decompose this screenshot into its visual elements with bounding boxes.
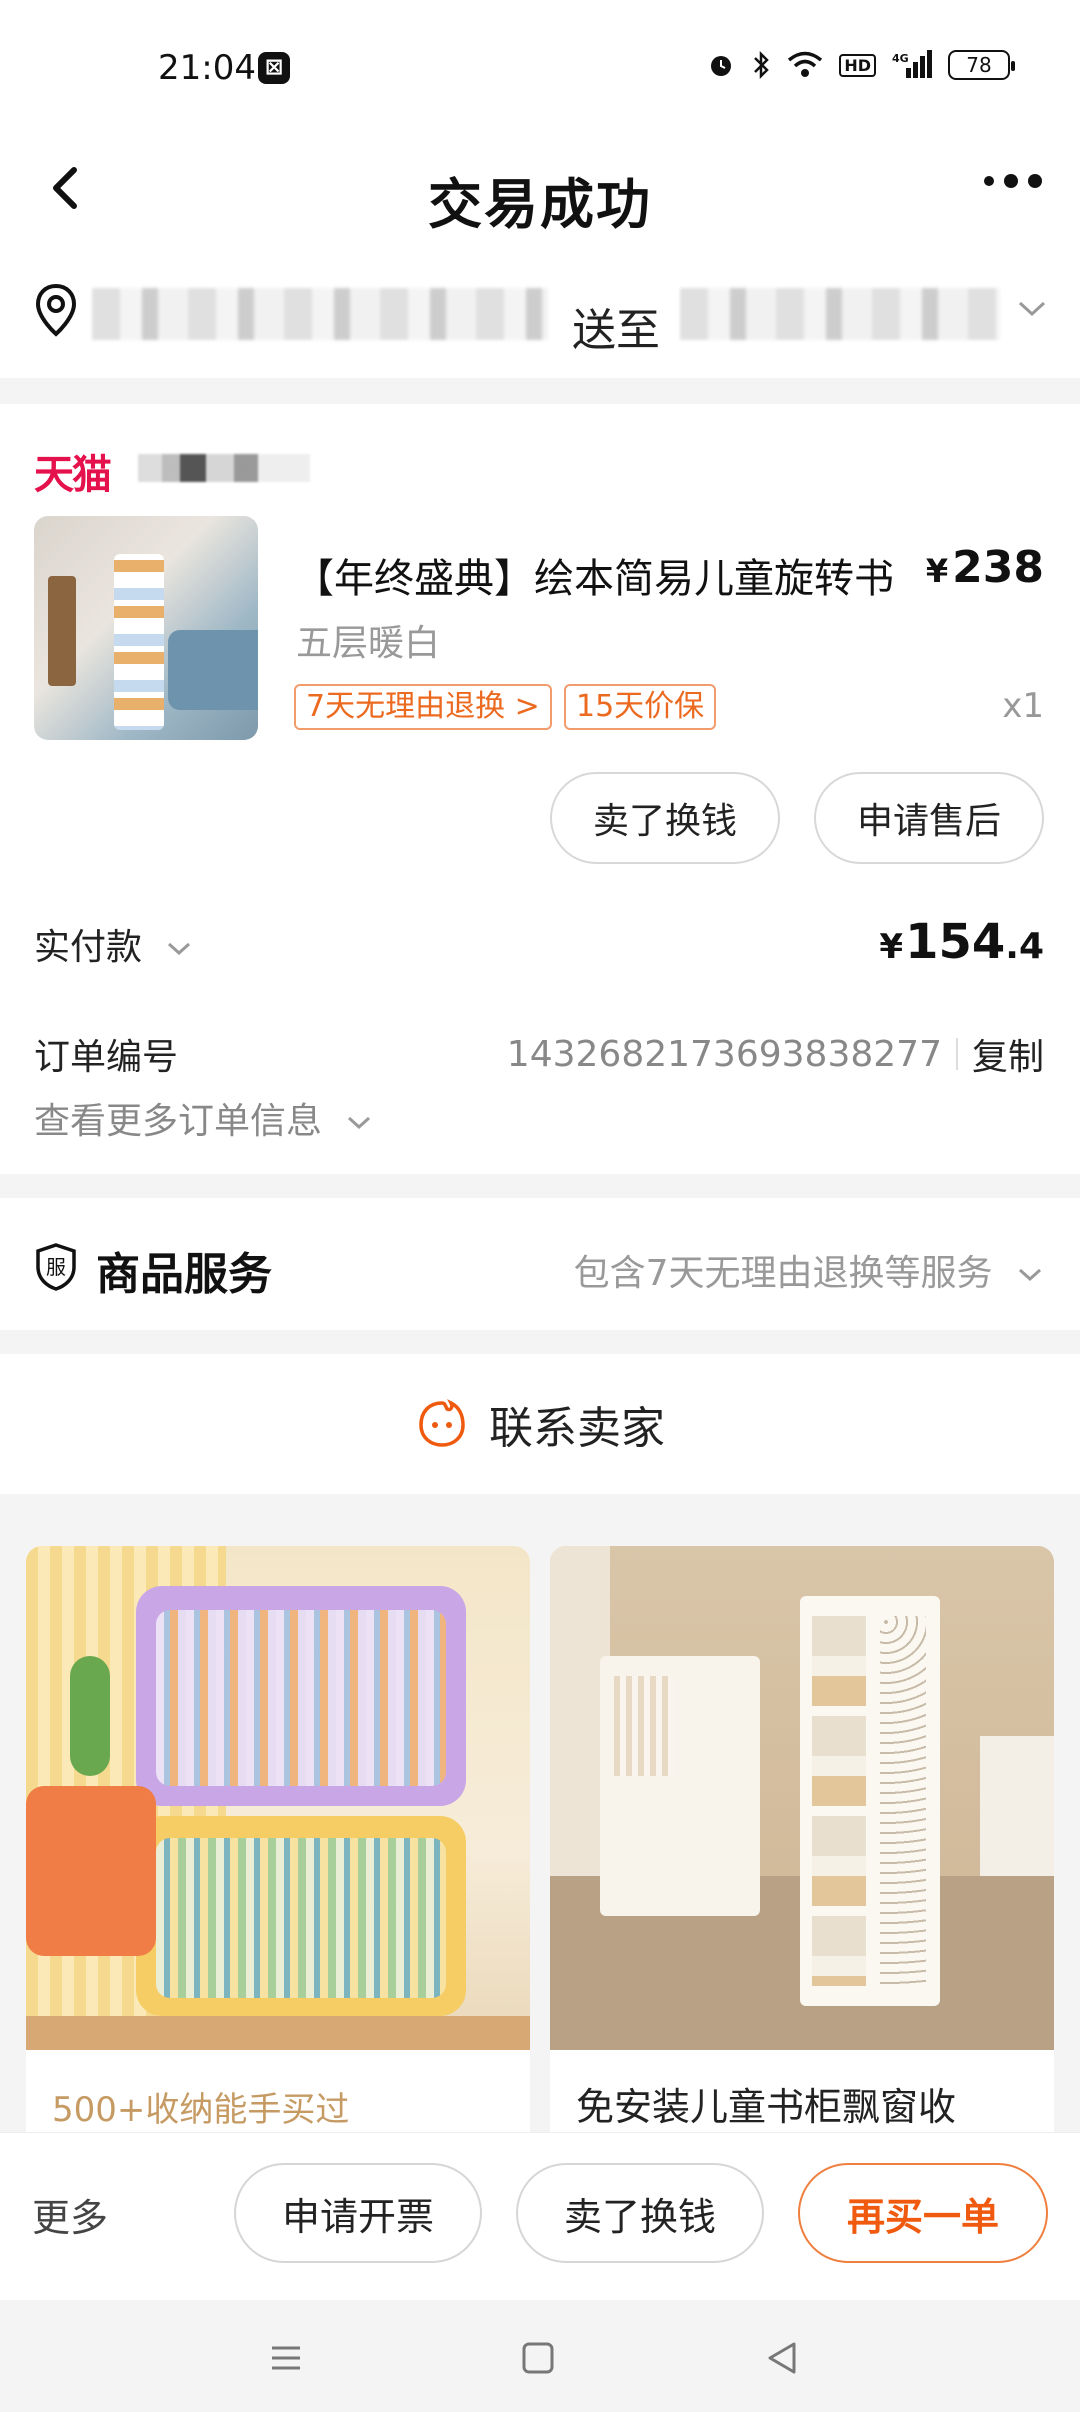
contact-seller-button[interactable]: 联系卖家 [0,1354,1080,1494]
paid-label-row[interactable]: 实付款 [34,918,193,970]
bluetooth-icon [754,50,770,80]
seller-face-icon [419,1399,465,1447]
page-header: 交易成功 [0,130,1080,250]
copy-button[interactable]: 复制 [972,1028,1044,1080]
return-policy-badge[interactable]: 7天无理由退换 > [294,684,552,730]
paid-label: 实付款 [34,927,143,968]
alarm-icon [711,56,732,76]
address-detail-redacted [680,288,1000,340]
status-icons: HD 4G 78 [707,50,1015,80]
bottom-action-bar: 更多 申请开票 卖了换钱 再买一单 [0,2132,1080,2300]
order-number: 1432682173693838277 复制 [507,1028,1044,1080]
sell-button[interactable]: 卖了换钱 [550,772,780,864]
recommendation-title: 500+收纳能手买过 [52,2090,350,2130]
nav-home-icon[interactable] [520,2340,556,2376]
svg-text:服: 服 [46,1255,66,1279]
more-order-info-label: 查看更多订单信息 [34,1101,323,1142]
recommendation-image [550,1546,1054,2050]
location-pin-icon [35,283,77,337]
paid-amount: ¥154.4 [879,914,1044,970]
product-name[interactable]: 【年终盛典】绘本简易儿童旋转书 [294,546,894,604]
wifi-icon [788,51,823,77]
chevron-down-icon [1018,1268,1042,1282]
chevron-down-icon [168,942,191,956]
chevron-down-icon [1018,301,1046,317]
order-card: 天猫 【年终盛典】绘本简易儿童旋转书 ¥238 五层暖白 7天无理由退换 > 1… [0,404,1080,1174]
recommendation-title: 免安装儿童书柜飘窗收 [576,2085,957,2129]
deliver-to-label: 送至 [572,305,660,356]
address-name-redacted [92,288,548,340]
page-title: 交易成功 [428,173,652,236]
service-title: 商品服务 [96,1249,272,1300]
svg-text:4G: 4G [892,52,909,65]
app-notification-icon: ⊠ [258,52,290,84]
product-price: ¥238 [925,542,1044,593]
invoice-button[interactable]: 申请开票 [234,2163,482,2263]
delivery-address[interactable]: 送至 [0,250,1080,378]
product-service-row[interactable]: 服 商品服务 包含7天无理由退换等服务 [0,1198,1080,1330]
signal-icon: 4G [892,50,932,78]
tmall-logo[interactable]: 天猫 [34,442,112,500]
sell-again-button[interactable]: 卖了换钱 [516,2163,764,2263]
contact-seller-label: 联系卖家 [489,1403,665,1454]
service-desc: 包含7天无理由退换等服务 [574,1244,1044,1296]
more-order-info[interactable]: 查看更多订单信息 [34,1092,373,1144]
product-quantity: x1 [1002,686,1044,726]
status-time: 21:04 [158,48,256,88]
buy-again-button[interactable]: 再买一单 [798,2163,1048,2263]
chevron-down-icon [348,1116,371,1130]
hd-icon: HD [839,53,876,77]
order-number-label: 订单编号 [34,1037,179,1078]
service-shield-icon: 服 [36,1243,76,1291]
more-dots-icon[interactable] [984,174,1042,188]
nav-menu-icon[interactable] [268,2340,304,2376]
more-button[interactable]: 更多 [32,2187,108,2242]
price-protect-badge[interactable]: 15天价保 [564,684,717,730]
product-thumbnail[interactable] [34,516,258,740]
after-sales-button[interactable]: 申请售后 [814,772,1044,864]
system-nav-bar [0,2300,1080,2412]
battery-icon: 78 [948,50,1015,80]
nav-back-icon[interactable] [764,2340,800,2376]
shop-name-redacted [138,454,310,482]
status-bar: 21:04 ⊠ HD 4G 78 [0,0,1080,130]
recommendation-image [26,1546,530,2050]
recommendation-card[interactable]: 500+收纳能手买过 [26,1546,530,2146]
order-number-value: 1432682173693838277 [506,1033,942,1075]
product-spec: 五层暖白 [296,623,441,664]
recommendation-card[interactable]: 免安装儿童书柜飘窗收 [550,1546,1054,2146]
